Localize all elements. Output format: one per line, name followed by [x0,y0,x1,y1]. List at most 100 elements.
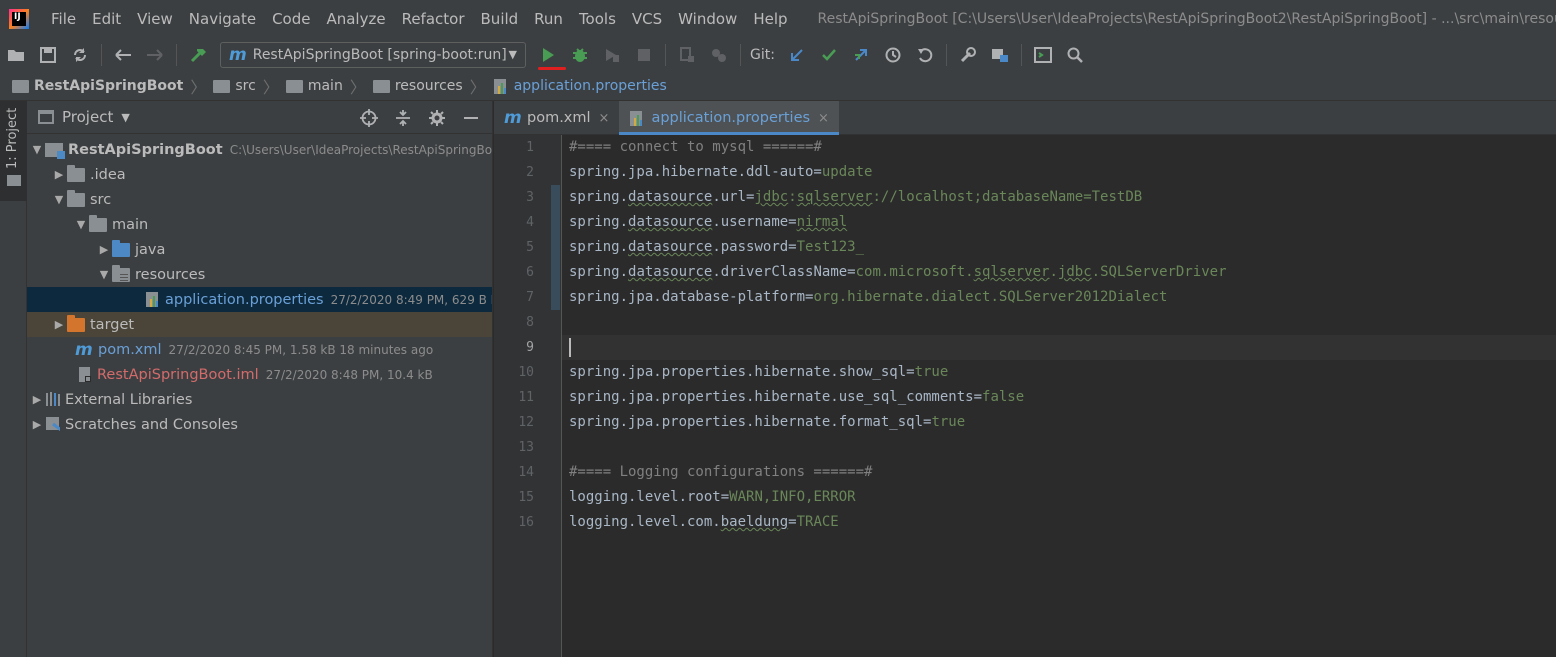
collapsed-arrow-icon[interactable]: ▶ [51,168,67,181]
breadcrumb-file[interactable]: application.properties [493,78,667,95]
tree-node-project-root[interactable]: ▼ RestApiSpringBoot C:\Users\User\IdeaPr… [27,137,492,162]
source-folder-icon [112,239,130,257]
expanded-arrow-icon[interactable]: ▼ [51,193,67,206]
breadcrumb-main[interactable]: main [285,78,343,94]
code-line: spring.datasource.password=Test123_ [562,235,1556,260]
properties-file-icon [493,78,506,94]
line-number: 6 [526,265,534,280]
chevron-down-icon[interactable]: ▼ [121,111,129,124]
tab-pom-xml[interactable]: m pom.xml × [494,101,619,135]
tree-node-external-libraries[interactable]: ▶ External Libraries [27,387,492,412]
tree-node-target[interactable]: ▶ target [27,312,492,337]
code-line: spring.datasource.username=nirmal [562,210,1556,235]
tree-node-scratches[interactable]: ▶ Scratches and Consoles [27,412,492,437]
forward-arrow-icon[interactable] [139,41,171,69]
git-commit-icon[interactable] [813,41,845,69]
line-number: 15 [518,490,534,505]
tool-window-strip: 1: Project [0,101,27,657]
gear-icon[interactable] [422,107,452,129]
tree-node-resources[interactable]: ▼ resources [27,262,492,287]
search-icon[interactable] [1059,41,1091,69]
back-arrow-icon[interactable] [107,41,139,69]
code-text-area[interactable]: #==== connect to mysql ======# spring.jp… [562,135,1556,657]
tree-node-src[interactable]: ▼ src [27,187,492,212]
coverage-icon[interactable] [596,41,628,69]
debug-bug-icon[interactable] [564,41,596,69]
window-icon [38,110,54,124]
window-title: RestApiSpringBoot [C:\Users\User\IdeaPro… [817,10,1556,27]
tab-application-properties[interactable]: application.properties × [619,101,839,135]
breadcrumb-resources[interactable]: resources [372,78,463,94]
library-icon [46,392,60,406]
collapsed-arrow-icon[interactable]: ▶ [29,418,45,431]
attach-debugger-icon[interactable] [671,41,703,69]
menu-analyze[interactable]: Analyze [318,10,393,28]
open-folder-icon[interactable] [0,41,32,69]
code-line-text: logging.level.root=WARN,INFO,ERROR [569,489,856,505]
project-tool-tab[interactable]: 1: Project [0,101,27,201]
text-caret [569,338,571,357]
project-view-select[interactable]: Project [62,108,113,126]
tree-node-java[interactable]: ▶ java [27,237,492,262]
intellij-logo-icon: IJ [9,8,29,29]
code-line: #==== connect to mysql ======# [569,139,822,155]
update-app-icon[interactable] [703,41,735,69]
menu-code[interactable]: Code [264,10,318,28]
tree-node-application-properties[interactable]: application.properties 27/2/2020 8:49 PM… [27,287,492,312]
tree-node-main[interactable]: ▼ main [27,212,492,237]
breadcrumb-project[interactable]: RestApiSpringBoot [12,78,183,94]
build-hammer-icon[interactable] [182,41,214,69]
folder-icon [89,214,107,232]
menu-navigate[interactable]: Navigate [181,10,264,28]
menu-help[interactable]: Help [745,10,795,28]
menu-edit[interactable]: Edit [84,10,129,28]
code-line-text: spring.datasource.url=jdbc:sqlserver://l… [569,189,1143,205]
close-icon[interactable]: × [599,111,610,126]
maven-icon: m [504,108,522,128]
line-number-gutter[interactable]: 1 2 3 4 5 6 7 8 9 10 11 12 13 14 15 16 [494,135,562,657]
folder-icon [7,175,21,186]
settings-wrench-icon[interactable] [952,41,984,69]
menu-view[interactable]: View [129,10,181,28]
menu-run[interactable]: Run [526,10,571,28]
history-clock-icon[interactable] [877,41,909,69]
code-line-text: spring.jpa.database-platform=org.hiberna… [569,289,1168,305]
menu-file[interactable]: File [43,10,84,28]
collapsed-arrow-icon[interactable]: ▶ [29,393,45,406]
expanded-arrow-icon[interactable]: ▼ [96,268,112,281]
properties-file-icon [630,110,643,126]
run-anything-icon[interactable] [1027,41,1059,69]
git-update-icon[interactable] [781,41,813,69]
collapsed-arrow-icon[interactable]: ▶ [51,318,67,331]
rollback-icon[interactable] [909,41,941,69]
minimize-icon[interactable] [456,107,486,129]
expanded-arrow-icon[interactable]: ▼ [29,143,45,156]
expanded-arrow-icon[interactable]: ▼ [73,218,89,231]
menu-tools[interactable]: Tools [571,10,624,28]
collapsed-arrow-icon[interactable]: ▶ [96,243,112,256]
git-push-icon[interactable] [845,41,877,69]
menu-refactor[interactable]: Refactor [394,10,473,28]
vcs-change-marker[interactable] [551,185,560,310]
code-line: logging.level.root=WARN,INFO,ERROR [562,485,1556,510]
run-configuration-select[interactable]: m RestApiSpringBoot [spring-boot:run] ▼ [220,41,526,68]
tree-node-iml-file[interactable]: RestApiSpringBoot.iml 27/2/2020 8:48 PM,… [27,362,492,387]
close-icon[interactable]: × [818,111,829,126]
sync-icon[interactable] [64,41,96,69]
run-play-icon[interactable] [532,41,564,69]
tree-node-idea[interactable]: ▶ .idea [27,162,492,187]
code-line-text: spring.datasource.driverClassName=com.mi… [569,264,1227,280]
properties-file-icon [146,292,158,307]
menu-window[interactable]: Window [670,10,745,28]
maven-icon: m [229,44,247,65]
menu-vcs[interactable]: VCS [624,10,670,28]
tree-node-pom-xml[interactable]: m pom.xml 27/2/2020 8:45 PM, 1.58 kB 18 … [27,337,492,362]
locate-target-icon[interactable] [354,107,384,129]
stop-icon[interactable] [628,41,660,69]
collapse-all-icon[interactable] [388,107,418,129]
project-structure-icon[interactable] [984,41,1016,69]
save-icon[interactable] [32,41,64,69]
breadcrumb-src[interactable]: src [213,78,256,94]
menu-bar: IJ File Edit View Navigate Code Analyze … [0,0,1556,37]
menu-build[interactable]: Build [473,10,527,28]
